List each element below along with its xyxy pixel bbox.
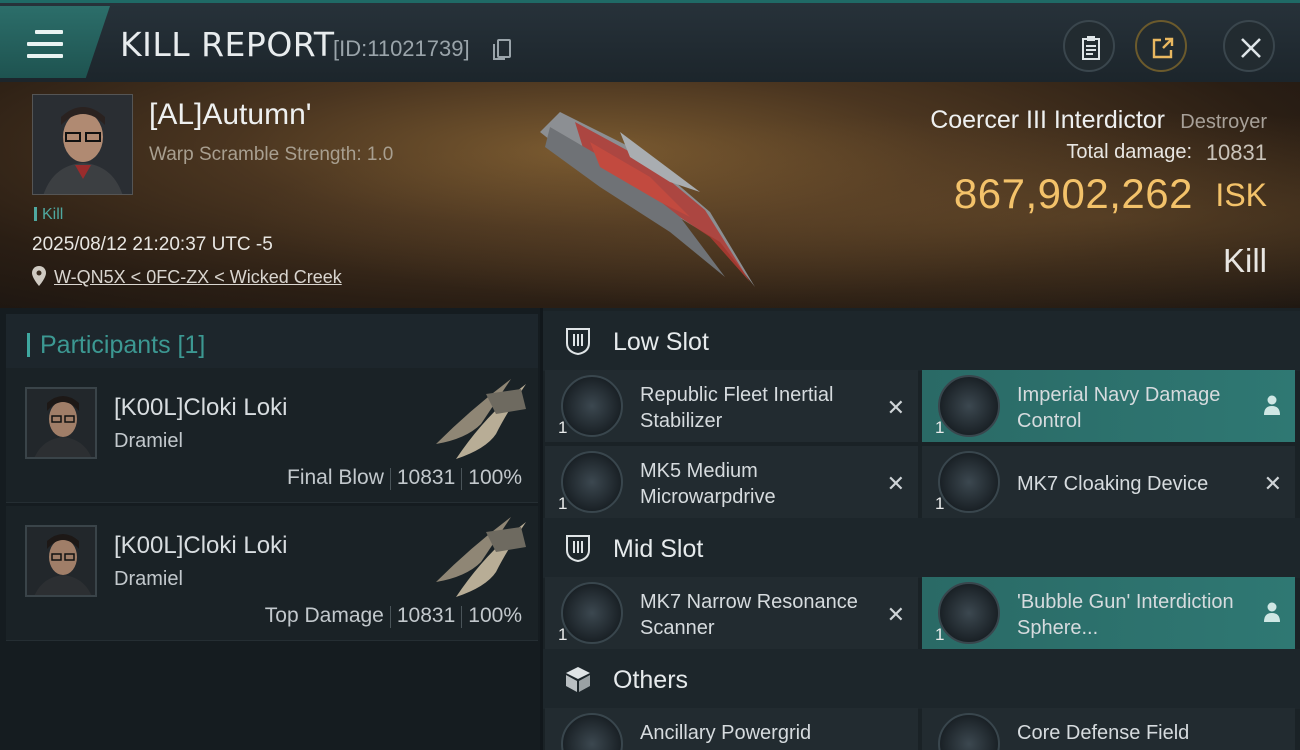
module-item[interactable]: 1 Imperial Navy Damage Control (922, 370, 1295, 442)
module-name: Ancillary Powergrid (640, 722, 812, 744)
resonance-scanner-icon (561, 582, 623, 644)
participant-role: Top Damage (264, 604, 384, 627)
location-pin-icon (32, 266, 46, 286)
module-item[interactable]: 1 MK7 Narrow Resonance Scanner ✕ (545, 577, 918, 649)
ship-render (540, 112, 755, 287)
participant-row[interactable]: [K00L]Cloki Loki Dramiel Final Blow 1083… (6, 368, 538, 503)
destroyed-icon: ✕ (886, 471, 905, 496)
cloaking-device-icon (938, 451, 1000, 513)
module-item[interactable]: 1 MK7 Cloaking Device ✕ (922, 446, 1295, 518)
participant-percent: 100% (468, 466, 522, 489)
module-item[interactable]: 1 Republic Fleet Inertial Stabilizer ✕ (545, 370, 918, 442)
low-slot-label: Low Slot (613, 328, 709, 356)
participant-damage: 10831 (396, 466, 456, 489)
participants-header: Participants [1] (6, 314, 538, 372)
copy-icon[interactable] (493, 39, 511, 60)
damage-control-icon (938, 375, 1000, 437)
avatar[interactable] (25, 525, 97, 597)
module-qty: 1 (558, 625, 568, 644)
clipboard-icon (1082, 36, 1100, 60)
participant-damage: 10831 (396, 604, 456, 627)
low-slot-icon (566, 328, 590, 356)
victim-banner: [AL]Autumn' Warp Scramble Strength: 1.0 … (0, 82, 1300, 308)
share-icon (1152, 37, 1174, 59)
interdiction-sphere-icon (938, 582, 1000, 644)
module-name: Imperial Navy Damage Control (1017, 384, 1221, 432)
kill-result: Kill (1222, 242, 1267, 279)
kill-datetime: 2025/08/12 21:20:37 UTC -5 (32, 234, 273, 255)
ship-name[interactable]: Coercer III Interdictor (930, 106, 1165, 135)
module-qty: 1 (558, 494, 568, 513)
total-damage-value: 10831 (1205, 140, 1267, 165)
defense-field-icon (938, 713, 1000, 750)
cube-icon (566, 667, 590, 692)
close-button[interactable] (1223, 20, 1275, 72)
mid-slot-icon (566, 535, 590, 563)
fitting-panel: Low Slot 1 Republic Fleet Inertial Stabi… (543, 308, 1300, 750)
module-qty: 1 (935, 418, 945, 437)
mid-slot-header: Mid Slot (543, 518, 1300, 578)
module-item[interactable]: 1 MK5 Medium Microwarpdrive ✕ (545, 446, 918, 518)
avatar[interactable] (25, 387, 97, 459)
destroyed-icon: ✕ (886, 395, 905, 420)
participant-row[interactable]: [K00L]Cloki Loki Dramiel Top Damage 1083… (6, 506, 538, 641)
low-slot-header: Low Slot (543, 311, 1300, 371)
share-button[interactable] (1135, 20, 1187, 72)
participant-percent: 100% (468, 604, 522, 627)
inertial-stabilizer-icon (561, 375, 623, 437)
microwarpdrive-icon (561, 451, 623, 513)
participant-ship: Dramiel (114, 430, 183, 452)
hamburger-icon (27, 30, 63, 58)
warp-scramble-strength: Warp Scramble Strength: 1.0 (149, 144, 394, 165)
module-item[interactable]: Ancillary Powergrid (545, 708, 918, 750)
module-item[interactable]: 1 'Bubble Gun' Interdiction Sphere... (922, 577, 1295, 649)
participant-name[interactable]: [K00L]Cloki Loki (114, 394, 287, 422)
report-id: [ID:11021739] (333, 36, 470, 61)
destroyed-icon: ✕ (886, 602, 905, 627)
dropped-person-icon (1264, 395, 1280, 415)
others-label: Others (613, 666, 689, 694)
kill-tag: Kill (34, 206, 63, 224)
module-qty: 1 (935, 494, 945, 513)
module-name: 'Bubble Gun' Interdiction Sphere... (1017, 591, 1234, 639)
module-name: Core Defense Field (1017, 722, 1190, 744)
location-link[interactable]: W-QN5X < 0FC-ZX < Wicked Creek (54, 267, 342, 288)
victim-portrait[interactable] (32, 94, 133, 195)
dramiel-ship-icon (436, 517, 526, 597)
module-name: MK7 Cloaking Device (1017, 473, 1209, 495)
isk-value: 867,902,262 (953, 170, 1193, 217)
powergrid-icon (561, 713, 623, 750)
participants-title: Participants [1] (40, 331, 206, 359)
module-name: MK7 Narrow Resonance Scanner (640, 591, 858, 639)
participant-stats: Top Damage 10831 100% (259, 604, 528, 628)
module-name: MK5 Medium Microwarpdrive (640, 460, 776, 508)
participant-role: Final Blow (287, 466, 384, 489)
top-bar: KILL REPORT [ID:11021739] (0, 0, 1300, 82)
menu-button[interactable] (0, 6, 110, 78)
module-qty: 1 (558, 418, 568, 437)
module-item[interactable]: Core Defense Field (922, 708, 1295, 750)
others-header: Others (543, 649, 1300, 709)
destroyed-icon: ✕ (1263, 471, 1282, 496)
participant-name[interactable]: [K00L]Cloki Loki (114, 532, 287, 560)
mid-slot-label: Mid Slot (613, 535, 704, 563)
clipboard-button[interactable] (1063, 20, 1115, 72)
page-title: KILL REPORT (120, 25, 335, 64)
close-icon (1241, 38, 1261, 58)
module-qty: 1 (935, 625, 945, 644)
dropped-person-icon (1264, 602, 1280, 622)
ship-class: Destroyer (1180, 111, 1267, 133)
participant-stats: Final Blow 10831 100% (281, 466, 528, 490)
participant-ship: Dramiel (114, 568, 183, 590)
participants-panel: Participants [1] [K00L]Cloki Loki Dramie… (0, 308, 540, 750)
module-name: Republic Fleet Inertial Stabilizer (640, 384, 834, 432)
dramiel-ship-icon (436, 379, 526, 459)
isk-unit: ISK (1215, 177, 1267, 213)
total-damage-label: Total damage: (1066, 141, 1192, 163)
victim-name[interactable]: [AL]Autumn' (149, 98, 311, 132)
